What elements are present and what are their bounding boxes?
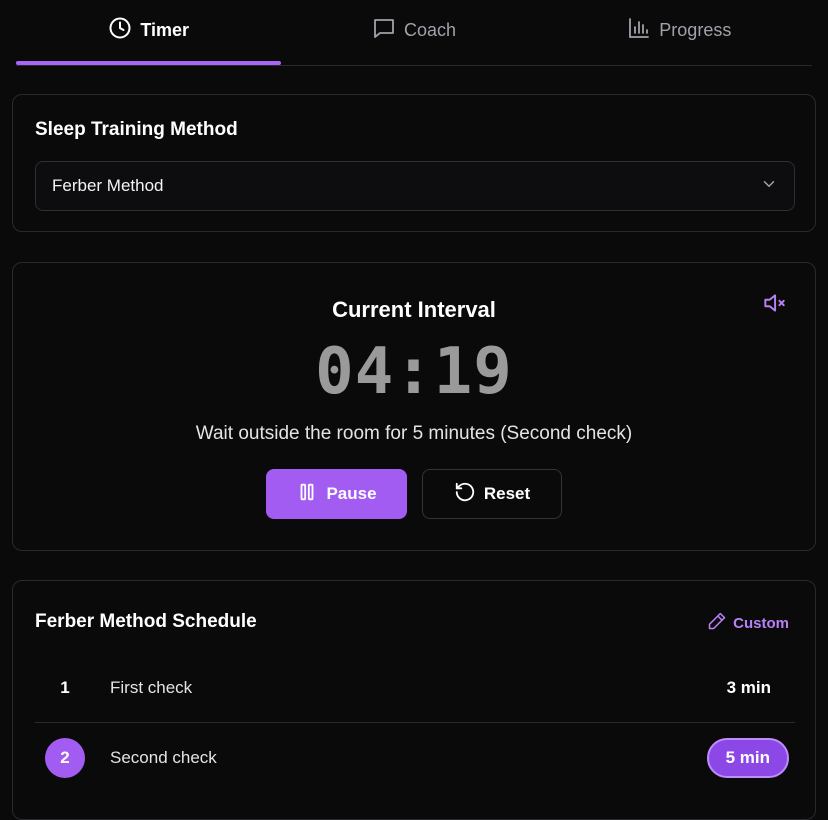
schedule-card: Ferber Method Schedule Custom 1 First ch… [12,580,816,820]
tab-progress-label: Progress [659,19,732,40]
chevron-down-icon [760,175,778,198]
tab-progress[interactable]: Progress [547,0,812,62]
tab-coach[interactable]: Coach [281,0,546,62]
pencil-icon [707,611,727,635]
method-select[interactable]: Ferber Method [35,161,795,211]
custom-button[interactable]: Custom [707,611,789,635]
schedule-row-duration: 3 min [726,677,771,697]
schedule-row[interactable]: 1 First check 3 min [35,653,795,723]
tab-bar: Timer Coach Progress [16,0,812,66]
pause-icon [296,481,318,508]
reset-button[interactable]: Reset [422,469,562,519]
timer-title: Current Interval [332,297,496,322]
method-card: Sleep Training Method Ferber Method [12,94,816,232]
volume-mute-icon [761,290,787,321]
schedule-row-label: First check [110,677,193,697]
schedule-row-number: 2 [45,738,85,778]
method-title: Sleep Training Method [35,119,238,140]
pause-label: Pause [326,484,377,503]
timer-countdown: 04:19 [315,335,513,409]
tab-timer-label: Timer [140,19,190,40]
method-select-value: Ferber Method [52,176,164,195]
bar-chart-icon [627,16,651,45]
reset-label: Reset [483,484,531,503]
chat-icon [372,16,396,45]
tab-coach-label: Coach [403,19,456,40]
mute-button[interactable] [759,291,789,319]
schedule-title: Ferber Method Schedule [35,611,257,632]
custom-label: Custom [733,614,789,632]
schedule-row-active[interactable]: 2 Second check 5 min [35,723,795,793]
schedule-row-number: 1 [60,677,70,697]
pause-button[interactable]: Pause [266,469,407,519]
reset-icon [454,481,476,508]
tab-timer[interactable]: Timer [16,0,282,65]
schedule-row-label: Second check [110,748,217,767]
clock-icon [108,16,132,45]
schedule-row-duration-badge: 5 min [706,738,789,778]
timer-card: Current Interval 04:19 Wait outside the … [12,262,816,551]
timer-instruction: Wait outside the room for 5 minutes (Sec… [195,423,633,444]
